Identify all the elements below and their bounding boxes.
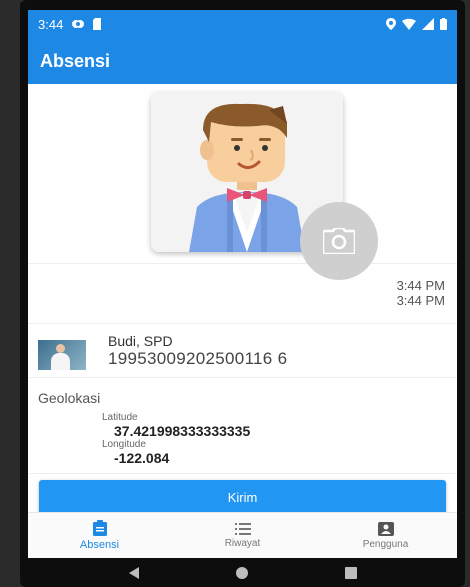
battery-icon bbox=[440, 18, 447, 30]
geolocation-title: Geolokasi bbox=[38, 390, 101, 406]
content: 3:44 PM 3:44 PM Budi, SPD 19953009202500… bbox=[28, 84, 457, 514]
sim-card-icon bbox=[93, 18, 102, 30]
notification-icon bbox=[72, 20, 85, 28]
time-section: 3:44 PM 3:44 PM bbox=[28, 264, 457, 324]
status-bar: 3:44 bbox=[28, 10, 457, 38]
recents-icon[interactable] bbox=[344, 566, 358, 580]
user-nip: 19953009202500116 6 bbox=[108, 348, 288, 368]
latitude-label: Latitude bbox=[102, 412, 138, 423]
nav-item-absensi[interactable]: Absensi bbox=[28, 513, 171, 558]
time-line-1: 3:44 PM bbox=[396, 278, 445, 293]
list-icon bbox=[234, 522, 251, 535]
bottom-navigation: Absensi Riwayat Pengguna bbox=[28, 512, 457, 558]
camera-icon bbox=[323, 228, 355, 254]
home-icon[interactable] bbox=[235, 566, 249, 580]
geolocation-section: Geolokasi Latitude 37.421998333333335 Lo… bbox=[28, 378, 457, 474]
phone-frame: 3:44 Absensi 3:44 PM 3:44 PM Budi, SPD 1… bbox=[20, 0, 465, 587]
status-time: 3:44 bbox=[38, 16, 64, 32]
avatar bbox=[38, 339, 86, 370]
nav-label-pengguna: Pengguna bbox=[362, 538, 409, 550]
nav-item-riwayat[interactable]: Riwayat bbox=[171, 513, 314, 558]
wifi-icon bbox=[402, 18, 416, 30]
system-navigation-bar bbox=[20, 558, 465, 587]
nav-label-riwayat: Riwayat bbox=[224, 537, 261, 549]
photo-section bbox=[28, 84, 457, 280]
time-line-2: 3:44 PM bbox=[396, 293, 445, 308]
clipboard-icon bbox=[92, 520, 107, 536]
page-title: Absensi bbox=[40, 50, 111, 71]
location-icon bbox=[386, 18, 396, 30]
longitude-label: Longitude bbox=[102, 439, 146, 450]
user-section: Budi, SPD 19953009202500116 6 bbox=[28, 324, 457, 378]
kirim-button[interactable]: Kirim bbox=[39, 480, 446, 514]
screen: 3:44 Absensi 3:44 PM 3:44 PM Budi, SPD 1… bbox=[28, 10, 457, 558]
nav-item-pengguna[interactable]: Pengguna bbox=[314, 513, 457, 558]
nav-label-absensi: Absensi bbox=[79, 539, 120, 551]
person-card-icon bbox=[377, 521, 394, 536]
latitude-value: 37.421998333333335 bbox=[114, 423, 251, 439]
app-bar: Absensi bbox=[28, 38, 457, 84]
signal-icon bbox=[422, 18, 434, 30]
back-icon[interactable] bbox=[127, 566, 141, 580]
camera-button[interactable] bbox=[300, 202, 378, 280]
user-name: Budi, SPD bbox=[108, 332, 173, 349]
longitude-value: -122.084 bbox=[114, 450, 170, 466]
